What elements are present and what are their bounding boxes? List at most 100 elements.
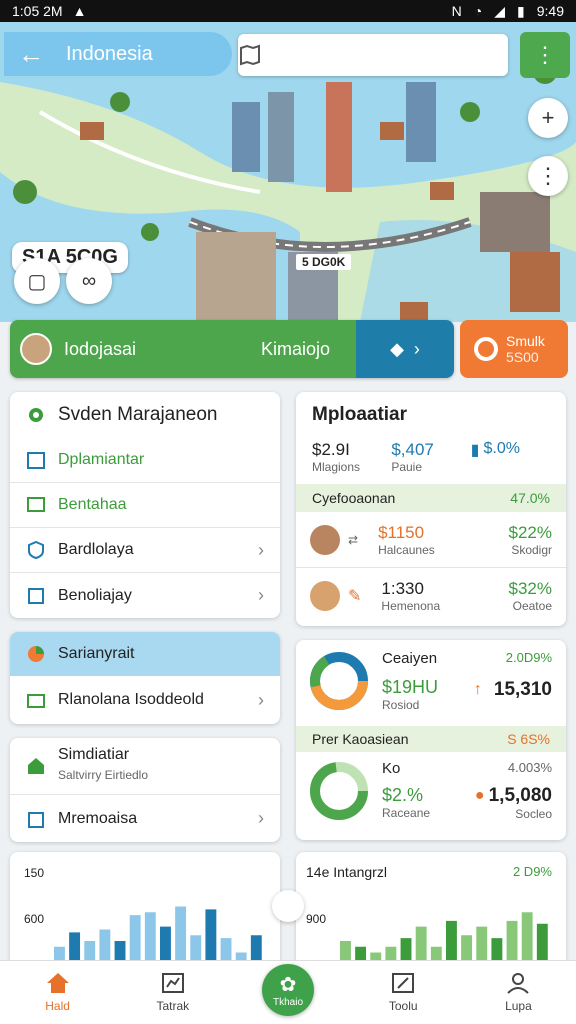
- status-time: 1:05 2M: [12, 3, 63, 19]
- layers-button[interactable]: ▢: [14, 258, 60, 304]
- avatar: [20, 333, 52, 365]
- sarianyrait-item[interactable]: Rlanolana Isoddeold ›: [10, 676, 280, 724]
- system-item-0[interactable]: Dplamiantar: [10, 438, 280, 483]
- metric-row-value: 1:330: [381, 579, 424, 598]
- chat-icon: [27, 497, 45, 512]
- donut-pct: 2.0D9%: [505, 650, 552, 665]
- simulation-subtitle: Saltvirry Eirtiedlo: [58, 768, 149, 782]
- route-button[interactable]: ∞: [66, 258, 112, 304]
- plus-icon: +: [541, 105, 555, 130]
- sarianyrait-header[interactable]: Sarianyrait: [10, 632, 280, 676]
- search-input[interactable]: [238, 34, 508, 76]
- ring-icon: [474, 337, 498, 361]
- avatar: [310, 581, 340, 611]
- metric-row-value: $1150: [378, 522, 425, 542]
- home-pin-icon: [28, 758, 44, 774]
- banner-name: Iodojasai: [64, 338, 137, 359]
- sarianyrait-title: Sarianyrait: [58, 645, 135, 662]
- system-item-3[interactable]: Benoliajay ›: [10, 573, 280, 618]
- fab-label: Tkhaio: [272, 997, 303, 1008]
- top-bar: ← Indonesia ⋮: [0, 28, 576, 78]
- donut-value: $19HU: [382, 677, 439, 697]
- chevron-right-icon: ›: [258, 808, 264, 828]
- system-item-1[interactable]: Bentahaa: [10, 483, 280, 528]
- arrow-up-icon: ↑: [473, 681, 482, 698]
- home-icon: [46, 973, 69, 993]
- layers-icon: ▢: [27, 270, 47, 293]
- chart-bar: [160, 926, 171, 964]
- metrics-card: Mploaatiar $2.9I Mlagions $,407 Pauie ▮ …: [296, 392, 566, 626]
- metric-caption: Pauie: [391, 460, 423, 474]
- status-clock: 9:49: [536, 3, 564, 19]
- system-item-2[interactable]: Bardlolaya ›: [10, 528, 280, 573]
- chart-value: 2 D9%: [512, 864, 552, 879]
- donut-band-value: S 6S%: [507, 731, 550, 747]
- metrics-card-title: Mploaatiar: [312, 404, 408, 425]
- orange-status-card[interactable]: Smulk 5S00: [460, 320, 568, 378]
- dot-icon: ●: [474, 787, 485, 804]
- box-icon: [28, 587, 44, 604]
- globe-icon: ✿: [279, 974, 297, 996]
- simulation-item[interactable]: Mremoaisa ›: [10, 794, 280, 842]
- nav-item-toolu[interactable]: Toolu: [346, 961, 461, 1024]
- metric-row[interactable]: ⇄ $1150 Halcaunes $22% Skodigr: [296, 512, 566, 568]
- donut-chart-orange: [310, 652, 368, 710]
- metric-row-right: $32%: [508, 579, 552, 598]
- nav-item-lupa[interactable]: Lupa: [461, 961, 576, 1024]
- chart-bar: [415, 926, 427, 964]
- orange-card-label: Smulk: [506, 333, 545, 349]
- map-icon[interactable]: [238, 43, 262, 67]
- chart-title: 14e Intangrzl: [306, 864, 387, 880]
- system-item-label: Benoliajay: [58, 586, 132, 604]
- drag-handle[interactable]: [272, 890, 304, 922]
- banner-place: Kimaiojo: [260, 338, 330, 359]
- page-title: Indonesia: [66, 42, 153, 65]
- metric-value: $.0%: [483, 440, 520, 457]
- donut2-pct: 4.003%: [507, 760, 552, 775]
- metric-row-caption: Hemenona: [381, 599, 441, 613]
- chart-bar: [99, 929, 111, 964]
- avatar: [310, 524, 340, 555]
- chart-bar: [521, 912, 533, 964]
- donut-band: Prer Kaoasiean S 6S%: [296, 726, 566, 752]
- calendar-icon: [27, 452, 45, 469]
- wifi-icon: ◔: [473, 3, 483, 19]
- map-view[interactable]: ← Indonesia ⋮ + ⋮ S1A 5C0G 5 DG0K ▢ ∞: [0, 22, 576, 322]
- sarianyrait-card: Sarianyrait Rlanolana Isoddeold ›: [10, 632, 280, 724]
- edit-icon: [392, 973, 415, 993]
- nav-item-home[interactable]: Hald: [0, 961, 115, 1024]
- metric-row-caption: Halcaunes: [378, 542, 435, 557]
- orange-card-value: 5S00: [506, 349, 539, 365]
- metric-value: $,407: [391, 440, 434, 459]
- shield-icon: [28, 540, 44, 560]
- back-arrow-icon[interactable]: ←: [18, 39, 44, 70]
- battery-icon: ▮: [517, 2, 525, 19]
- system-item-label: Dplamiantar: [58, 451, 145, 468]
- chart-icon: [161, 973, 184, 993]
- chart-left-plot: [54, 906, 262, 964]
- metric-value: $2.9I: [312, 440, 350, 459]
- donut2-right-caption: Socleo: [515, 807, 552, 821]
- banner-action[interactable]: ◆ ›: [356, 320, 454, 378]
- bar-chart-left: 150 600: [10, 852, 280, 972]
- pie-icon: [28, 646, 44, 662]
- user-banner[interactable]: Iodojasai Kimaiojo ◆ ›: [10, 320, 454, 378]
- donut2-value: $2.%: [382, 785, 424, 805]
- map-options-button[interactable]: ⋮: [528, 156, 568, 196]
- simulation-header[interactable]: Simdiatiar Saltvirry Eirtiedlo: [10, 738, 280, 794]
- chart-bar: [205, 909, 217, 964]
- y-tick: 600: [24, 912, 45, 926]
- center-fab-button[interactable]: ✿ Tkhaio: [262, 964, 314, 1016]
- more-menu-button[interactable]: ⋮: [520, 32, 570, 78]
- zoom-in-button[interactable]: +: [528, 98, 568, 138]
- chart-bar: [506, 920, 518, 964]
- folder-icon: [27, 694, 45, 708]
- signal-icon: ◢: [494, 2, 506, 19]
- nav-item-tatrak[interactable]: Tatrak: [115, 961, 230, 1024]
- metric-row[interactable]: ✎ 1:330 Hemenona $32% Oeatoe: [296, 568, 566, 624]
- road-label: 5 DG0K: [296, 254, 352, 270]
- profile-icon: [507, 973, 530, 994]
- building-icon: [28, 811, 44, 828]
- system-item-label: Bardlolaya: [58, 541, 134, 558]
- system-item-label: Bentahaa: [58, 496, 127, 513]
